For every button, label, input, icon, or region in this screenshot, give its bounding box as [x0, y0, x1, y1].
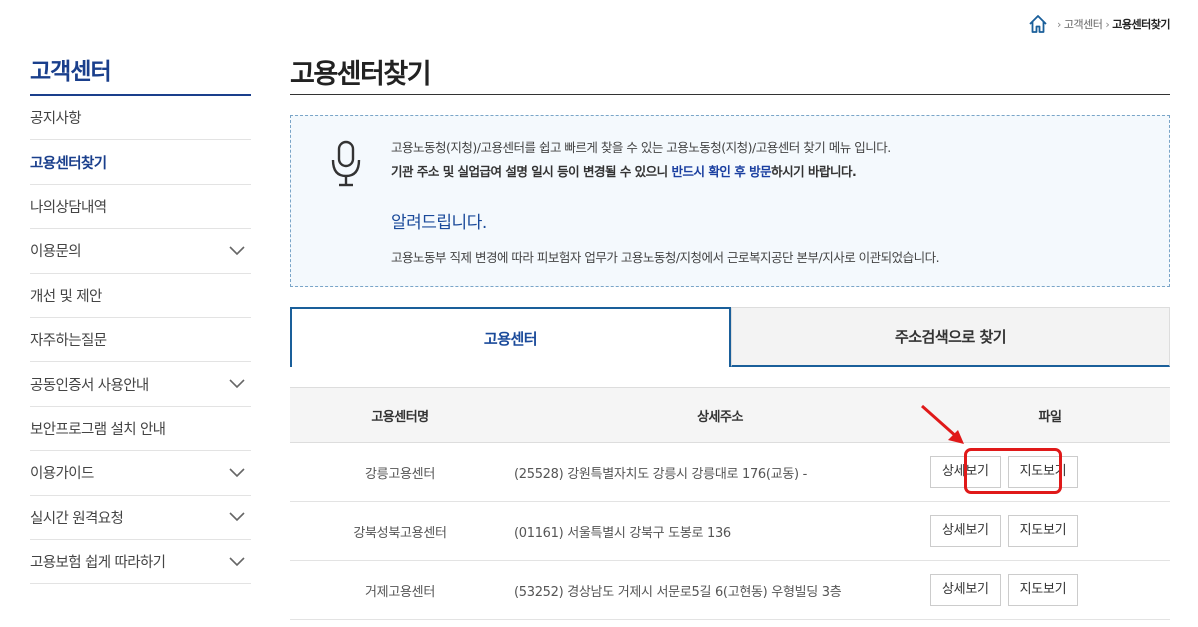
sidebar-item[interactable]: 개선 및 제안 — [30, 274, 251, 318]
table-row: 거제고용센터 (53252) 경상남도 거제시 서문로5길 6(고현동) 우형빌딩… — [290, 561, 1170, 620]
sidebar-item-label: 이용가이드 — [30, 466, 94, 483]
center-name: 강북성북고용센터 — [353, 525, 447, 541]
notice-warning-pre: 기관 주소 및 실업급여 설명 일시 등이 변경될 수 있으니 — [391, 164, 672, 179]
center-address: (53252) 경상남도 거제시 서문로5길 6(고현동) 우형빌딩 3층 — [514, 584, 842, 600]
chevron-down-icon[interactable] — [229, 468, 245, 478]
microphone-icon — [331, 140, 361, 187]
breadcrumb: › 고객센터 › 고용센터찾기 — [1028, 14, 1170, 34]
sidebar-item[interactable]: 이용문의 — [30, 229, 251, 274]
sidebar-menu: 공지사항고용센터찾기나의상담내역이용문의개선 및 제안자주하는질문공동인증서 사… — [30, 96, 251, 585]
sidebar-item[interactable]: 이용가이드 — [30, 451, 251, 496]
sidebar-item[interactable]: 고용센터찾기 — [30, 140, 251, 185]
header-address: 상세주소 — [697, 409, 743, 425]
chevron-down-icon[interactable] — [229, 246, 245, 256]
center-name: 강릉고용센터 — [365, 466, 435, 482]
table-header-row: 고용센터명 상세주소 파일 — [290, 387, 1170, 443]
sidebar-item[interactable]: 나의상담내역 — [30, 185, 251, 230]
sidebar-item[interactable]: 보안프로그램 설치 안내 — [30, 407, 251, 452]
map-view-button[interactable]: 지도보기 — [1007, 456, 1079, 488]
sidebar-item-label: 실시간 원격요청 — [30, 510, 124, 527]
center-name: 거제고용센터 — [365, 584, 435, 600]
home-icon[interactable] — [1028, 14, 1048, 34]
file-actions: 상세보기 지도보기 — [930, 443, 1170, 502]
chevron-down-icon[interactable] — [229, 557, 245, 567]
map-view-button[interactable]: 지도보기 — [1007, 574, 1079, 606]
file-actions: 상세보기 지도보기 — [930, 561, 1170, 620]
sidebar-item-label: 보안프로그램 설치 안내 — [30, 421, 166, 438]
notice-text-warning: 기관 주소 및 실업급여 설명 일시 등이 변경될 수 있으니 반드시 확인 후… — [391, 161, 857, 180]
table-row: 강북성북고용센터 (01161) 서울특별시 강북구 도봉로 136 상세보기 지도보… — [290, 502, 1170, 561]
notice-text-transfer: 고용노동부 직제 변경에 따라 피보험자 업무가 고용노동청/지청에서 근로복지… — [391, 250, 940, 265]
file-actions: 상세보기 지도보기 — [930, 502, 1170, 561]
detail-view-button[interactable]: 상세보기 — [930, 515, 1001, 547]
main-content: 고용센터찾기 고용노동청(지청)/고용센터를 쉽고 빠르게 찾을 수 있는 고용… — [290, 52, 1170, 620]
tab-address-search[interactable]: 주소검색으로 찾기 — [731, 307, 1170, 367]
sidebar: 고객센터 공지사항고용센터찾기나의상담내역이용문의개선 및 제안자주하는질문공동… — [30, 52, 251, 585]
notice-warning-highlight: 반드시 확인 후 방문 — [671, 164, 772, 179]
sidebar-item-label: 공지사항 — [30, 111, 82, 128]
sidebar-item-label: 자주하는질문 — [30, 333, 107, 350]
notice-text-intro: 고용노동청(지청)/고용센터를 쉽고 빠르게 찾을 수 있는 고용노동청(지청)… — [391, 140, 891, 155]
chevron-right-icon: › — [1056, 17, 1061, 31]
notice-warning-post: 하시기 바랍니다. — [771, 164, 857, 179]
page-title: 고용센터찾기 — [290, 52, 1170, 95]
detail-view-button[interactable]: 상세보기 — [930, 574, 1001, 606]
chevron-down-icon[interactable] — [229, 379, 245, 389]
sidebar-item[interactable]: 실시간 원격요청 — [30, 496, 251, 540]
sidebar-item-label: 이용문의 — [30, 244, 82, 261]
center-address: (01161) 서울특별시 강북구 도봉로 136 — [514, 525, 731, 541]
sidebar-item-label: 고용센터찾기 — [30, 155, 107, 172]
sidebar-title: 고객센터 — [30, 52, 251, 96]
breadcrumb-current: 고용센터찾기 — [1112, 18, 1170, 31]
detail-view-button[interactable]: 상세보기 — [930, 456, 1001, 488]
tab-bar: 고용센터 주소검색으로 찾기 — [290, 307, 1170, 367]
sidebar-item[interactable]: 자주하는질문 — [30, 318, 251, 363]
notice-box: 고용노동청(지청)/고용센터를 쉽고 빠르게 찾을 수 있는 고용노동청(지청)… — [290, 115, 1170, 287]
sidebar-item[interactable]: 고용보험 쉽게 따라하기 — [30, 540, 251, 585]
tab-employment-center[interactable]: 고용센터 — [290, 307, 731, 367]
center-table: 고용센터명 상세주소 파일 강릉고용센터 (25528) 강원특별자치도 강릉시 … — [290, 387, 1170, 620]
sidebar-item-label: 공동인증서 사용안내 — [30, 377, 149, 394]
sidebar-item[interactable]: 공동인증서 사용안내 — [30, 362, 251, 407]
breadcrumb-item[interactable]: 고객센터 — [1064, 16, 1103, 32]
sidebar-item[interactable]: 공지사항 — [30, 96, 251, 141]
map-view-button[interactable]: 지도보기 — [1007, 515, 1079, 547]
header-files: 파일 — [1038, 409, 1062, 425]
chevron-down-icon[interactable] — [229, 512, 245, 522]
center-address: (25528) 강원특별자치도 강릉시 강릉대로 176(교동) - — [514, 466, 807, 482]
sidebar-item-label: 개선 및 제안 — [30, 288, 102, 305]
notice-heading: 알려드립니다. — [391, 213, 487, 233]
sidebar-item-label: 나의상담내역 — [30, 199, 107, 216]
sidebar-item-label: 고용보험 쉽게 따라하기 — [30, 555, 166, 572]
table-row: 강릉고용센터 (25528) 강원특별자치도 강릉시 강릉대로 176(교동) -… — [290, 443, 1170, 502]
header-center-name: 고용센터명 — [371, 409, 429, 425]
chevron-right-icon: › — [1105, 17, 1110, 31]
